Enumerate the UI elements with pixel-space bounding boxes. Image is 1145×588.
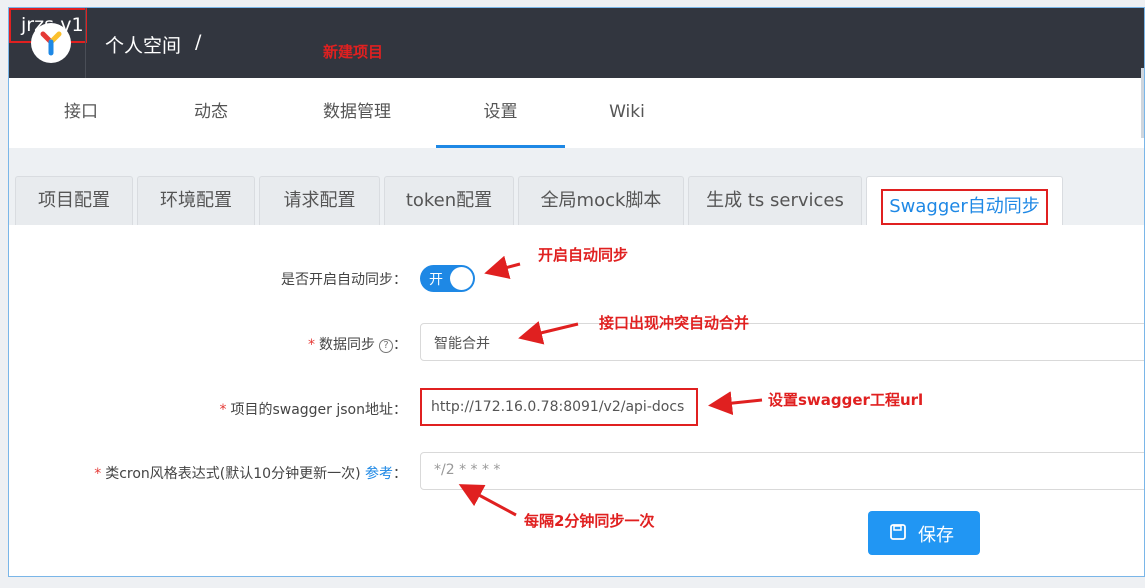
arrow-every-2min — [458, 484, 517, 517]
arrow-enable-sync — [484, 255, 521, 279]
arrow-auto-merge — [518, 321, 579, 345]
arrow-set-url — [708, 391, 763, 416]
annotation-arrows — [458, 255, 763, 517]
